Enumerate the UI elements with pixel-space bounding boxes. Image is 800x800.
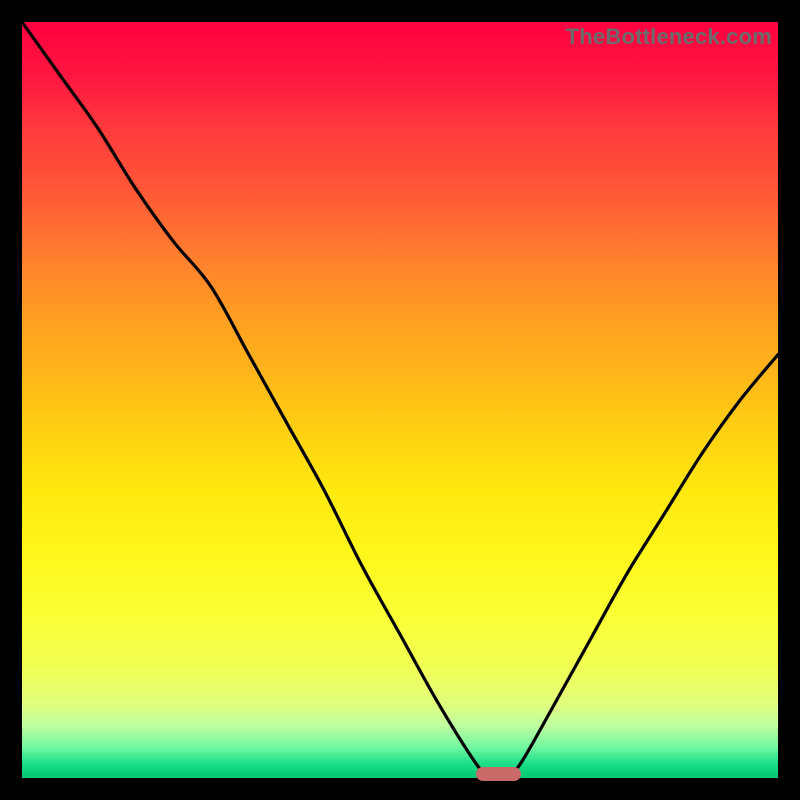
optimal-marker	[476, 767, 521, 781]
curve-layer	[22, 22, 778, 778]
bottleneck-curve	[22, 22, 778, 780]
chart-frame: TheBottleneck.com	[0, 0, 800, 800]
plot-area: TheBottleneck.com	[22, 22, 778, 778]
